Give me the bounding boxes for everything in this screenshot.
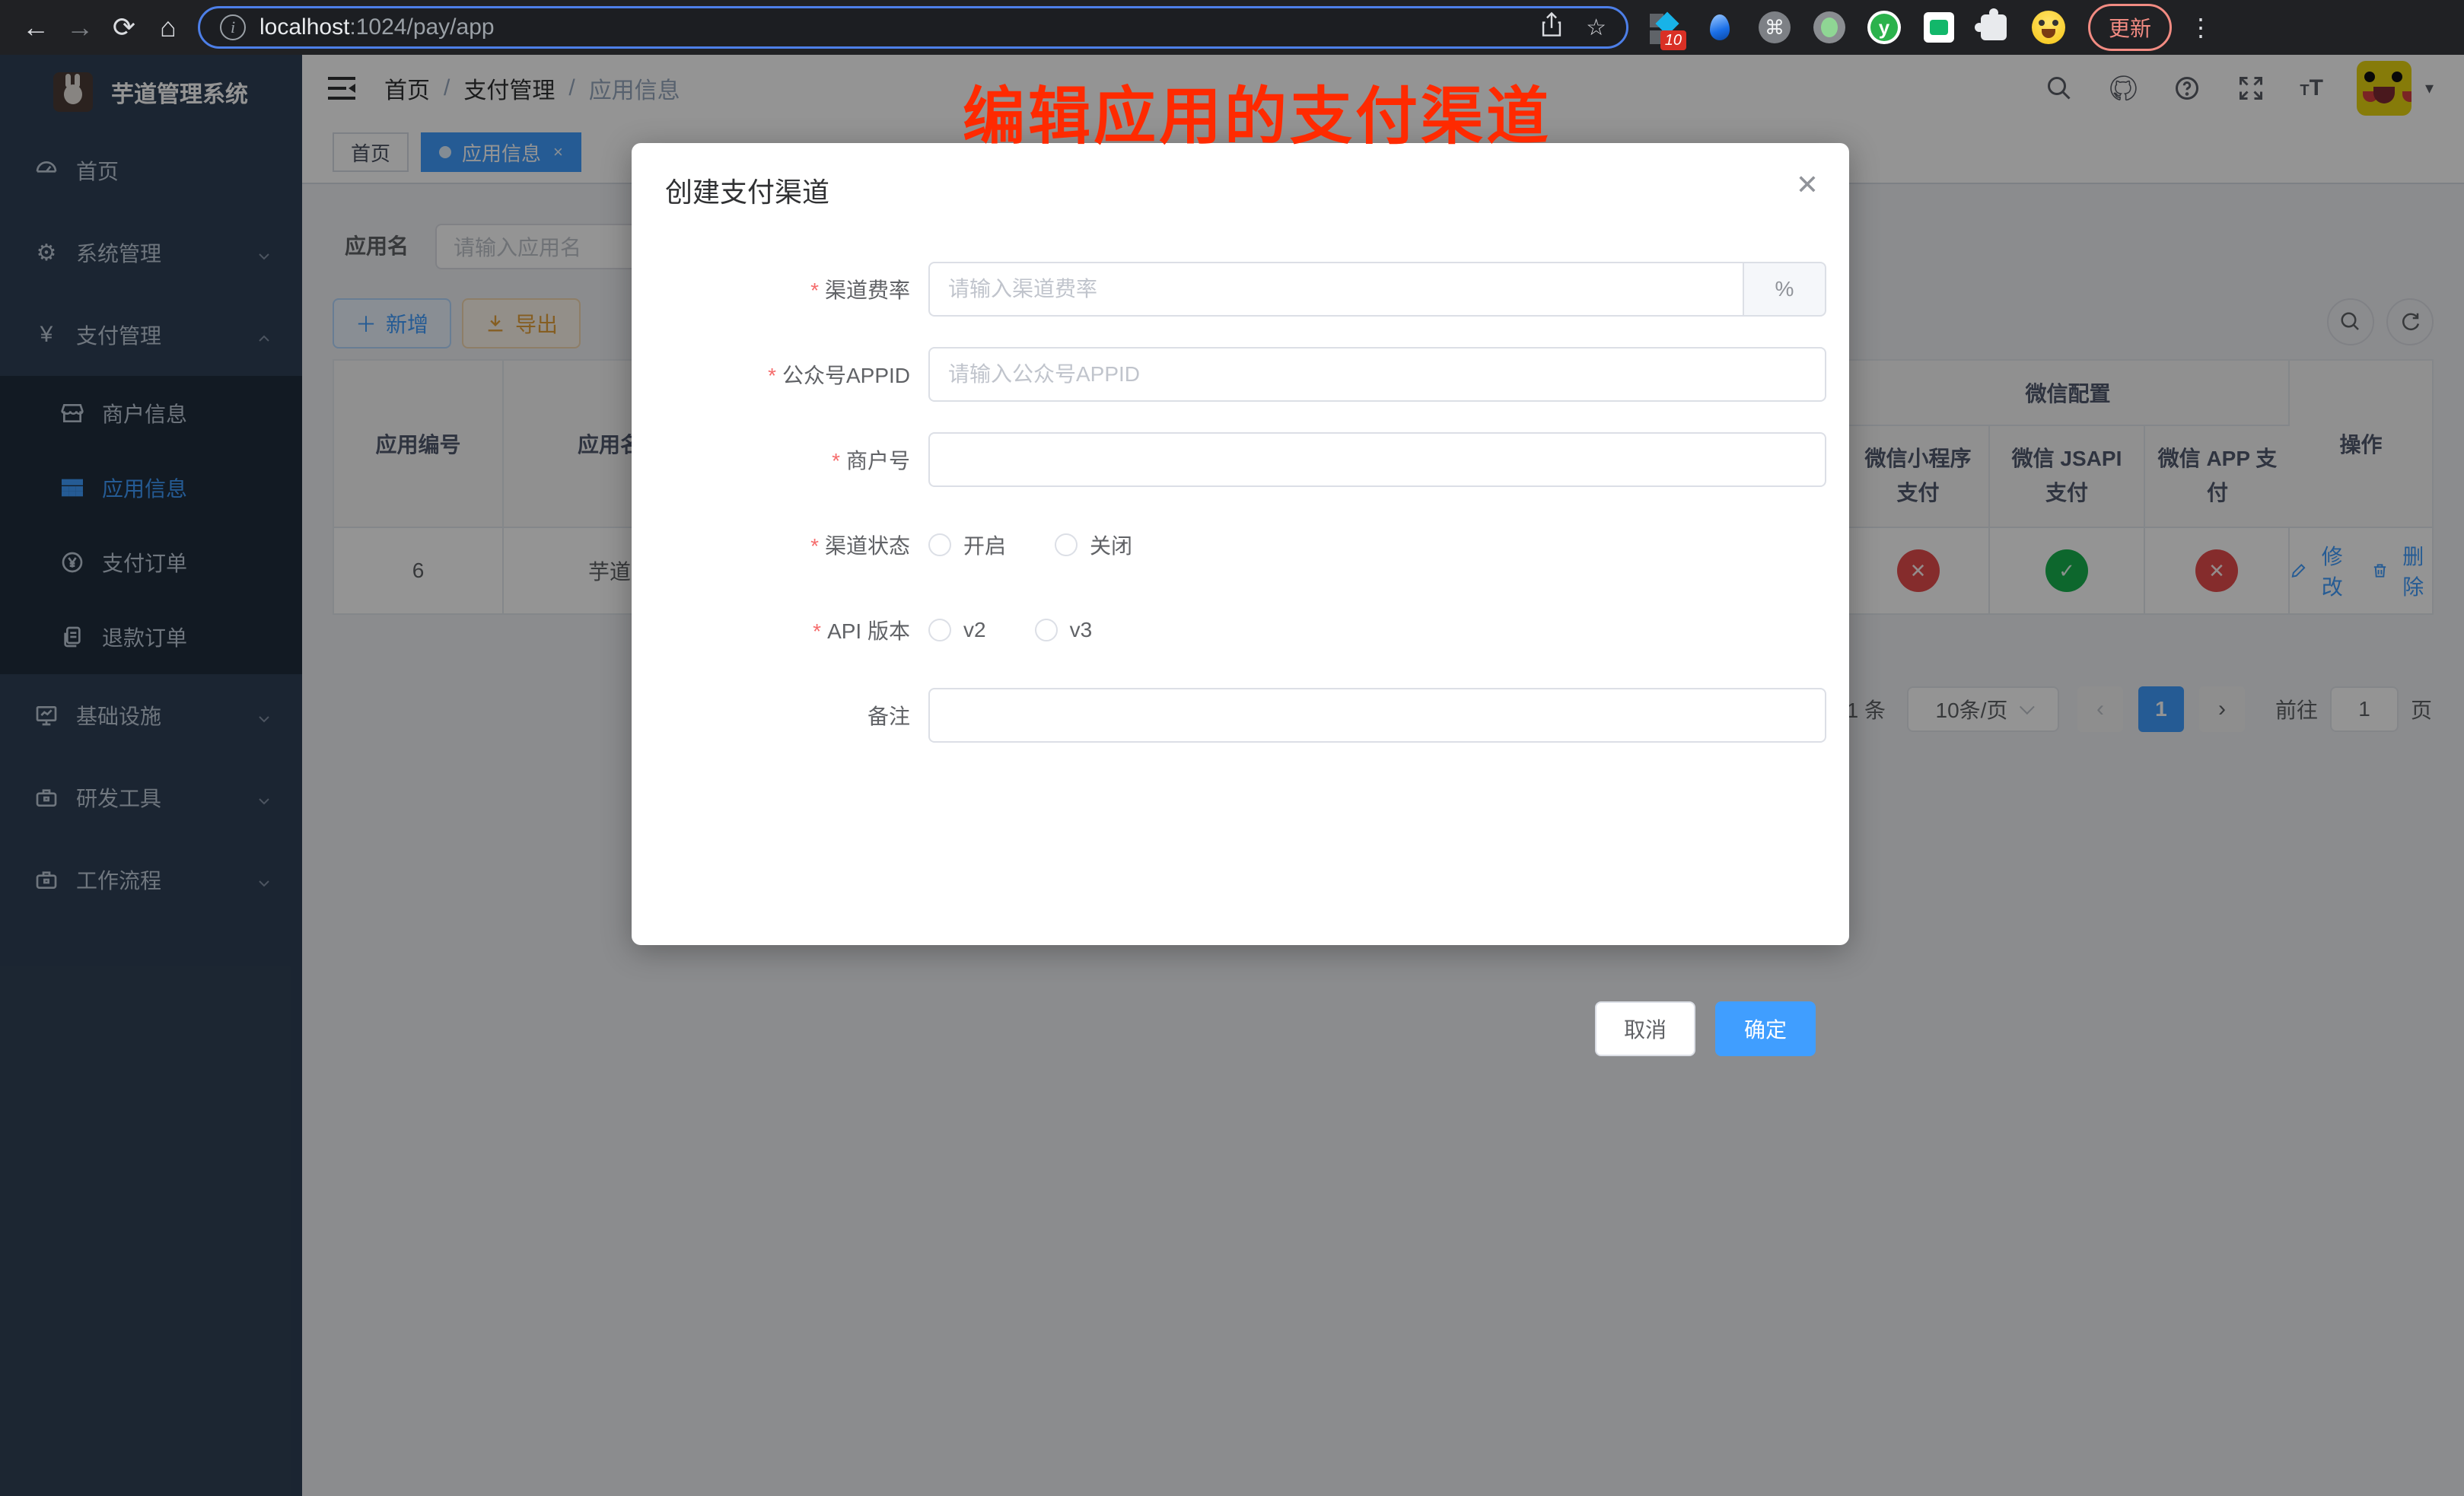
page-info-icon[interactable]: i xyxy=(220,14,246,40)
confirm-button[interactable]: 确定 xyxy=(1715,1001,1816,1056)
field-row-status: 渠道状态 开启 关闭 xyxy=(632,524,1849,566)
merchant-input[interactable] xyxy=(948,447,1807,472)
remark-label: 备注 xyxy=(632,700,928,730)
api-v3-radio[interactable]: v3 xyxy=(1035,618,1093,642)
browser-home-icon[interactable]: ⌂ xyxy=(146,0,190,55)
radio-circle xyxy=(928,619,951,641)
radio-circle xyxy=(1055,533,1078,556)
field-row-remark: 备注 xyxy=(632,688,1849,743)
browser-reload-icon[interactable]: ⟳ xyxy=(102,0,146,55)
screen: ← → ⟳ ⌂ i localhost:1024/pay/app ☆ 10 ⌘ … xyxy=(0,0,2464,1496)
dialog-footer: 取消 确定 xyxy=(1595,1001,1816,1056)
extension-tabs-icon[interactable]: 10 xyxy=(1648,11,1682,44)
extension-command-icon[interactable]: ⌘ xyxy=(1758,11,1791,44)
url-host: localhost xyxy=(259,14,349,40)
extension-record-icon[interactable] xyxy=(1813,11,1846,44)
extension-kite-icon[interactable] xyxy=(1703,11,1737,44)
api-version-label: API 版本 xyxy=(632,615,928,645)
field-row-appid: 公众号APPID xyxy=(632,347,1849,402)
extensions-puzzle-icon[interactable] xyxy=(1977,11,2010,44)
annotation-text: 编辑应用的支付渠道 xyxy=(963,65,1552,156)
percent-suffix: % xyxy=(1743,262,1826,317)
close-icon[interactable]: ✕ xyxy=(1796,169,1819,201)
extension-bar: 10 ⌘ y xyxy=(1648,11,2065,44)
create-pay-channel-dialog: 创建支付渠道 ✕ 渠道费率 % 公众号APPID 商户号 渠道状态 xyxy=(632,143,1849,945)
radio-circle xyxy=(928,533,951,556)
browser-forward-icon[interactable]: → xyxy=(58,0,102,55)
browser-toolbar: ← → ⟳ ⌂ i localhost:1024/pay/app ☆ 10 ⌘ … xyxy=(0,0,2464,55)
rate-input[interactable] xyxy=(948,277,1724,301)
status-label: 渠道状态 xyxy=(632,530,928,560)
status-off-radio[interactable]: 关闭 xyxy=(1055,530,1132,560)
share-icon[interactable] xyxy=(1540,11,1563,43)
rate-input-group: % xyxy=(928,262,1826,317)
browser-update-button[interactable]: 更新 xyxy=(2088,4,2172,51)
rate-label: 渠道费率 xyxy=(632,274,928,304)
address-bar[interactable]: i localhost:1024/pay/app ☆ xyxy=(198,6,1628,49)
browser-menu-icon[interactable]: ⋮ xyxy=(2189,13,2213,42)
dialog-title: 创建支付渠道 xyxy=(665,170,829,210)
url-path: :1024/pay/app xyxy=(349,14,494,40)
extension-chat-icon[interactable] xyxy=(1922,11,1956,44)
field-row-api: API 版本 v2 v3 xyxy=(632,609,1849,651)
cancel-button[interactable]: 取消 xyxy=(1595,1001,1695,1056)
api-v2-radio[interactable]: v2 xyxy=(928,618,986,642)
radio-circle xyxy=(1035,619,1058,641)
merchant-label: 商户号 xyxy=(632,444,928,475)
field-row-rate: 渠道费率 % xyxy=(632,262,1849,317)
extension-y-icon[interactable]: y xyxy=(1867,11,1901,44)
bookmark-star-icon[interactable]: ☆ xyxy=(1586,14,1606,41)
status-on-radio[interactable]: 开启 xyxy=(928,530,1006,560)
remark-input[interactable] xyxy=(948,703,1807,727)
field-row-merchant: 商户号 xyxy=(632,432,1849,487)
appid-label: 公众号APPID xyxy=(632,359,928,390)
browser-back-icon[interactable]: ← xyxy=(14,0,58,55)
appid-input[interactable] xyxy=(948,362,1807,387)
extension-badge: 10 xyxy=(1660,30,1686,50)
profile-emoji-icon[interactable] xyxy=(2032,11,2065,44)
